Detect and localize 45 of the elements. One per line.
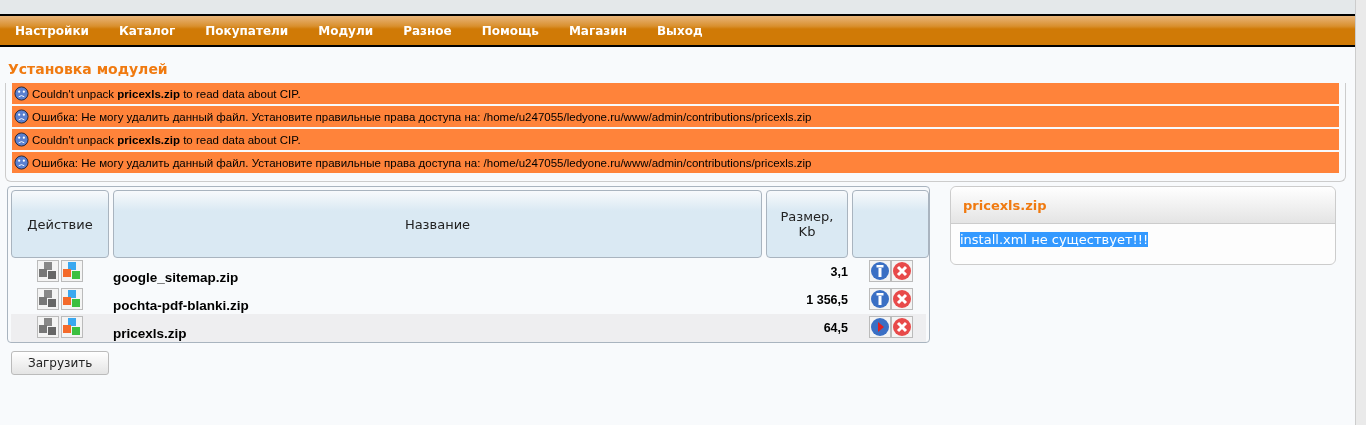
- error-text: Ошибка: Не могу удалить данный файл. Установите правильные права доступа на: /home/u247055/ledyone.ru/www/admin/contributions/pricexls.zip: [32, 110, 812, 123]
- panel-title: pricexls.zip: [951, 187, 1335, 224]
- cubes-icon[interactable]: [37, 260, 59, 282]
- page-title: Установка модулей: [8, 61, 169, 77]
- module-name: pochta-pdf-blanki.zip: [113, 298, 250, 314]
- error-text: Couldn't unpack pricexls.zip to read data about CIP.: [32, 87, 301, 100]
- info-icon[interactable]: [868, 288, 891, 310]
- menu-item[interactable]: Настройки: [15, 23, 89, 38]
- module-size: 1 356,5: [805, 293, 848, 307]
- sad-face-icon: [14, 86, 29, 101]
- info-icon[interactable]: [868, 260, 891, 282]
- table-row[interactable]: pricexls.zip 64,5: [11, 314, 926, 342]
- panel-message: install.xml не существует!!!: [960, 232, 1149, 247]
- module-name: google_sitemap.zip: [113, 270, 240, 286]
- error-text: Ошибка: Не могу удалить данный файл. Установите правильные права доступа на: /home/u247055/ledyone.ru/www/admin/contributions/pricexls.zip: [32, 156, 812, 169]
- module-size: 3,1: [829, 265, 848, 279]
- table-row[interactable]: google_sitemap.zip 3,1: [11, 258, 926, 286]
- colored-cubes-icon[interactable]: [61, 288, 83, 310]
- delete-icon[interactable]: [890, 288, 913, 310]
- module-size: 64,5: [822, 321, 848, 335]
- table-row[interactable]: pochta-pdf-blanki.zip 1 356,5: [11, 286, 926, 314]
- menu-item[interactable]: Помощь: [481, 23, 539, 38]
- delete-icon[interactable]: [890, 316, 913, 338]
- cubes-icon[interactable]: [37, 316, 59, 338]
- upload-button[interactable]: Загрузить: [11, 351, 110, 375]
- scrollbar[interactable]: [1355, 0, 1366, 425]
- sad-face-icon: [14, 132, 29, 147]
- menu-item[interactable]: Магазин: [568, 23, 627, 38]
- sad-face-icon: [14, 109, 29, 124]
- menu-item[interactable]: Каталог: [119, 23, 176, 38]
- colored-cubes-icon[interactable]: [61, 260, 83, 282]
- menu-item[interactable]: Выход: [656, 23, 703, 38]
- module-name: pricexls.zip: [113, 326, 188, 342]
- menu-item[interactable]: Модули: [318, 23, 374, 38]
- column-header: Действие: [11, 190, 109, 258]
- delete-icon[interactable]: [890, 260, 913, 282]
- column-header: Название: [113, 190, 762, 258]
- menu-item[interactable]: Покупатели: [205, 23, 289, 38]
- colored-cubes-icon[interactable]: [61, 316, 83, 338]
- play-icon[interactable]: [868, 316, 891, 338]
- cubes-icon[interactable]: [37, 288, 59, 310]
- error-text: Couldn't unpack pricexls.zip to read data about CIP.: [32, 133, 301, 146]
- column-header: Размер, Kb: [766, 190, 848, 258]
- menu-item[interactable]: Разное: [403, 23, 452, 38]
- sad-face-icon: [14, 155, 29, 170]
